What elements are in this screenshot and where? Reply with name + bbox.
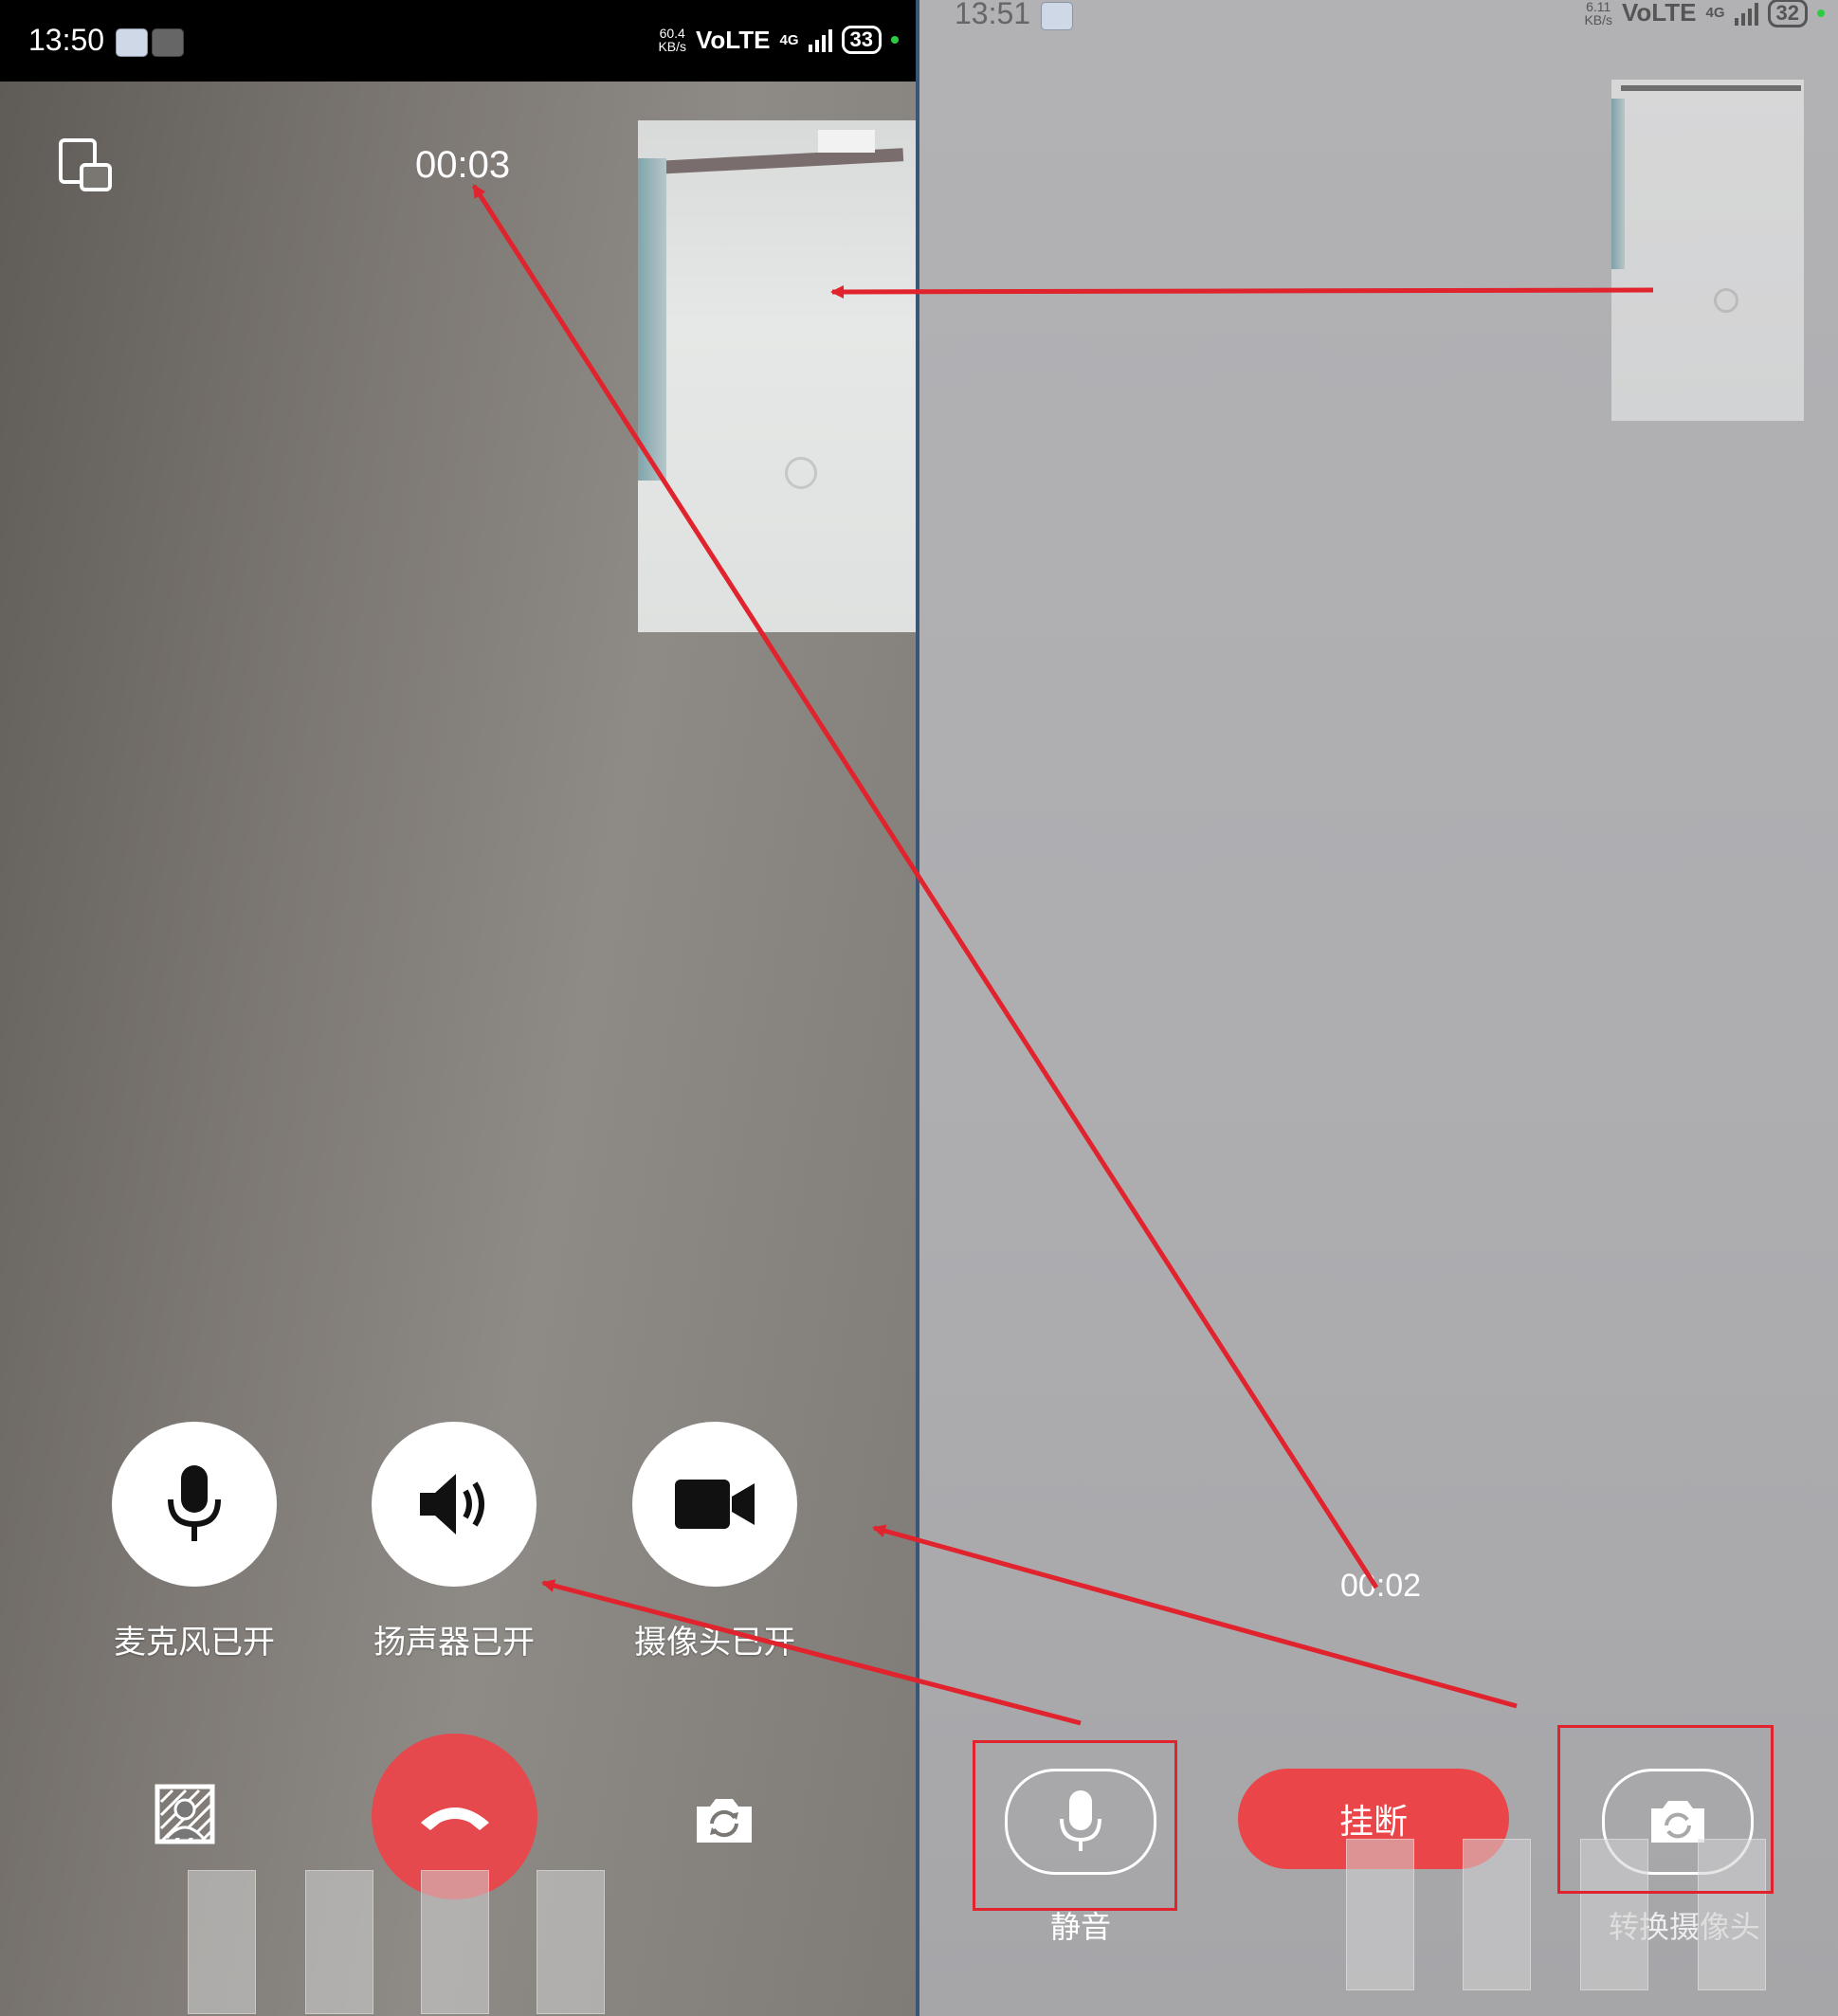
camera-label: 摄像头已开	[634, 1625, 795, 1661]
switch-window-icon[interactable]	[57, 136, 116, 195]
self-preview-video[interactable]	[1611, 80, 1804, 421]
network-type: 4G	[779, 31, 799, 48]
microphone-icon	[168, 1465, 221, 1541]
self-preview-video[interactable]	[638, 120, 916, 632]
portrait-background-icon[interactable]	[154, 1783, 216, 1845]
volte-label: VoLTE	[1622, 0, 1697, 27]
highlight-box-switch-camera	[1557, 1725, 1774, 1894]
recent-app-thumbnail	[305, 1870, 373, 2014]
battery-indicator: 33	[841, 26, 882, 54]
status-right: 60.4 KB/s VoLTE 4G 33	[658, 21, 899, 59]
network-speed: 60.4 KB/s	[658, 26, 687, 54]
hang-up-label: 挂断	[1338, 1802, 1408, 1841]
recent-app-thumbnail	[421, 1870, 489, 2014]
network-speed: 6.11 KB/s	[1584, 0, 1613, 27]
wechat-icon	[152, 28, 184, 57]
video-camera-icon	[675, 1480, 755, 1529]
speaker-button[interactable]	[372, 1422, 537, 1587]
privacy-dot-icon	[1817, 9, 1825, 17]
recent-app-thumbnail	[188, 1870, 256, 2014]
app-notification-icon	[116, 28, 148, 57]
microphone-label: 麦克风已开	[114, 1625, 275, 1661]
status-bar: 13:50 60.4 KB/s VoLTE 4G 33	[0, 0, 916, 82]
signal-icon	[1734, 1, 1758, 26]
status-time: 13:50	[28, 23, 105, 57]
recent-app-thumbnail	[1463, 1839, 1531, 1990]
status-right: 6.11 KB/s VoLTE 4G 32	[1584, 0, 1825, 27]
recent-app-thumbnail	[537, 1870, 605, 2014]
microphone-button[interactable]	[112, 1422, 277, 1587]
privacy-dot-icon	[891, 36, 899, 44]
left-phone-screen: 13:50 60.4 KB/s VoLTE 4G 33 00:03 麦克风已开 …	[0, 0, 916, 2016]
camera-button[interactable]	[632, 1422, 797, 1587]
battery-indicator: 32	[1767, 0, 1808, 27]
app-notification-icon	[1041, 2, 1073, 30]
switch-camera-icon[interactable]	[693, 1793, 755, 1846]
speaker-icon	[420, 1474, 484, 1535]
recent-app-thumbnail	[1346, 1839, 1414, 1990]
call-timer: 00:03	[415, 144, 511, 186]
status-time: 13:51	[955, 0, 1031, 30]
highlight-box-mute	[973, 1740, 1177, 1911]
network-type: 4G	[1705, 5, 1725, 21]
hang-up-icon	[420, 1807, 489, 1830]
signal-icon	[808, 27, 832, 52]
speaker-label: 扬声器已开	[373, 1625, 535, 1661]
call-timer: 00:02	[1340, 1568, 1422, 1604]
right-phone-screen: 13:51 6.11 KB/s VoLTE 4G 32 00:02 静音 挂断 …	[919, 0, 1838, 2016]
volte-label: VoLTE	[696, 25, 771, 54]
